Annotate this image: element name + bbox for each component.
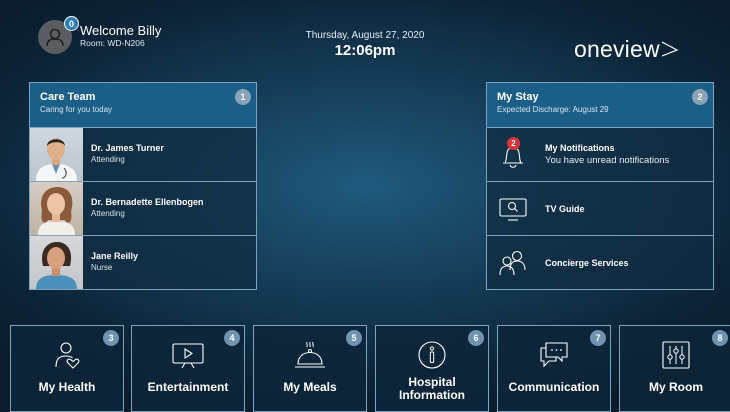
notifications-subtitle: You have unread notifications: [545, 155, 670, 166]
my-room-tile[interactable]: 8 My Room: [619, 325, 730, 412]
member-role: Nurse: [91, 263, 113, 272]
chat-icon: [540, 342, 568, 368]
oneview-logo: oneview: [574, 36, 704, 62]
communication-tile[interactable]: 7 Communication: [497, 325, 611, 412]
concierge-item[interactable]: Concierge Services: [487, 236, 713, 290]
my-stay-panel: My Stay Expected Discharge: August 29 2 …: [486, 82, 714, 290]
care-team-title: Care Team: [40, 91, 96, 103]
my-stay-badge: 2: [692, 89, 708, 105]
tile-label: Entertainment: [147, 380, 229, 394]
tv-guide-label: TV Guide: [545, 203, 585, 214]
member-role: Attending: [91, 155, 125, 164]
tv-search-icon: [497, 193, 529, 225]
nurse-photo: [30, 236, 83, 289]
discharge-date: Expected Discharge: August 29: [497, 105, 609, 114]
hospital-information-tile[interactable]: 6 Hospital Information: [375, 325, 489, 412]
avatar-badge: 0: [64, 16, 79, 31]
tile-label: My Room: [649, 380, 703, 394]
bell-icon: 2: [497, 136, 529, 171]
logo-text: oneview: [574, 36, 660, 62]
health-icon: [55, 342, 80, 369]
concierge-label: Concierge Services: [545, 258, 629, 268]
care-team-member[interactable]: Dr. Bernadette Ellenbogen Attending: [30, 182, 256, 236]
tile-label: My Meals: [283, 380, 337, 394]
member-name: Jane Reilly: [91, 251, 139, 261]
notification-count: 2: [507, 136, 520, 150]
tile-label: Hospital Information: [399, 375, 465, 402]
sliders-icon: [662, 341, 690, 369]
notifications-title: My Notifications: [545, 143, 615, 153]
entertainment-tile[interactable]: 4 Entertainment: [131, 325, 245, 412]
member-name: Dr. James Turner: [91, 143, 164, 153]
doctor-photo: [30, 128, 83, 181]
main-menu: 3 My Health 4 Entertainment 5 My Meals 6…: [0, 325, 730, 412]
logo-chevron-icon: [661, 41, 679, 57]
info-icon: [418, 341, 446, 369]
care-team-header[interactable]: Care Team Caring for you today 1: [30, 83, 256, 128]
tile-label: My Health: [38, 380, 96, 394]
care-team-member[interactable]: Jane Reilly Nurse: [30, 236, 256, 290]
my-stay-title: My Stay: [497, 91, 539, 103]
care-team-badge: 1: [235, 89, 251, 105]
tile-label: Communication: [508, 380, 600, 394]
people-icon: [497, 247, 529, 279]
care-team-member[interactable]: Dr. James Turner Attending: [30, 128, 256, 182]
cloche-icon: [295, 341, 325, 368]
my-stay-header[interactable]: My Stay Expected Discharge: August 29 2: [487, 83, 713, 128]
play-screen-icon: [172, 343, 204, 369]
member-role: Attending: [91, 209, 125, 218]
care-team-panel: Care Team Caring for you today 1 Dr. Jam…: [29, 82, 257, 290]
my-health-tile[interactable]: 3 My Health: [10, 325, 124, 412]
member-name: Dr. Bernadette Ellenbogen: [91, 197, 204, 207]
tv-guide-item[interactable]: TV Guide: [487, 182, 713, 236]
doctor-photo: [30, 182, 83, 235]
care-team-subtitle: Caring for you today: [40, 105, 113, 114]
my-meals-tile[interactable]: 5 My Meals: [253, 325, 367, 412]
notifications-item[interactable]: 2 My Notifications You have unread notif…: [487, 128, 713, 182]
